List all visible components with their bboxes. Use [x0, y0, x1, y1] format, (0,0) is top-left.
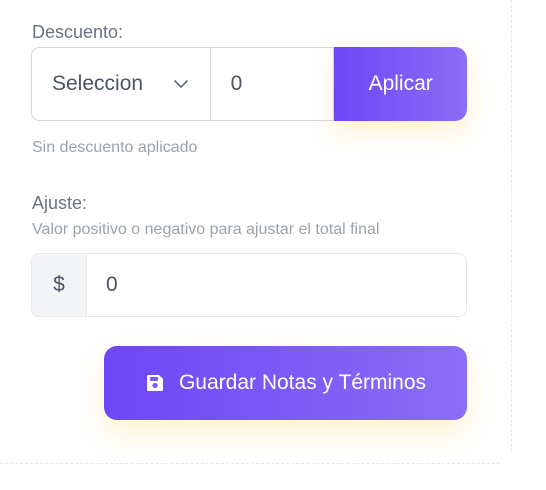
discount-type-value: Seleccion	[52, 72, 144, 95]
discount-row: Seleccion 0 Aplicar	[31, 47, 467, 121]
card-border-right	[511, 0, 512, 452]
save-button-label: Guardar Notas y Términos	[178, 371, 427, 394]
save-notes-terms-button[interactable]: Guardar Notas y Términos	[104, 346, 467, 420]
discount-label: Descuento:	[32, 22, 124, 42]
adjustment-input-group: $ 0	[31, 253, 467, 317]
adjustment-label: Ajuste:	[32, 193, 88, 213]
save-icon	[145, 373, 165, 393]
adjustment-help-text: Valor positivo o negativo para ajustar e…	[32, 221, 380, 238]
adjustment-input[interactable]: 0	[87, 254, 466, 316]
discount-amount-input[interactable]: 0	[210, 47, 335, 121]
discount-status-text: Sin descuento aplicado	[32, 139, 198, 156]
apply-discount-button[interactable]: Aplicar	[334, 47, 467, 121]
chevron-down-icon	[172, 75, 190, 93]
discount-type-select[interactable]: Seleccion	[31, 47, 211, 121]
card-border-bottom	[0, 463, 500, 464]
currency-addon: $	[32, 254, 87, 316]
